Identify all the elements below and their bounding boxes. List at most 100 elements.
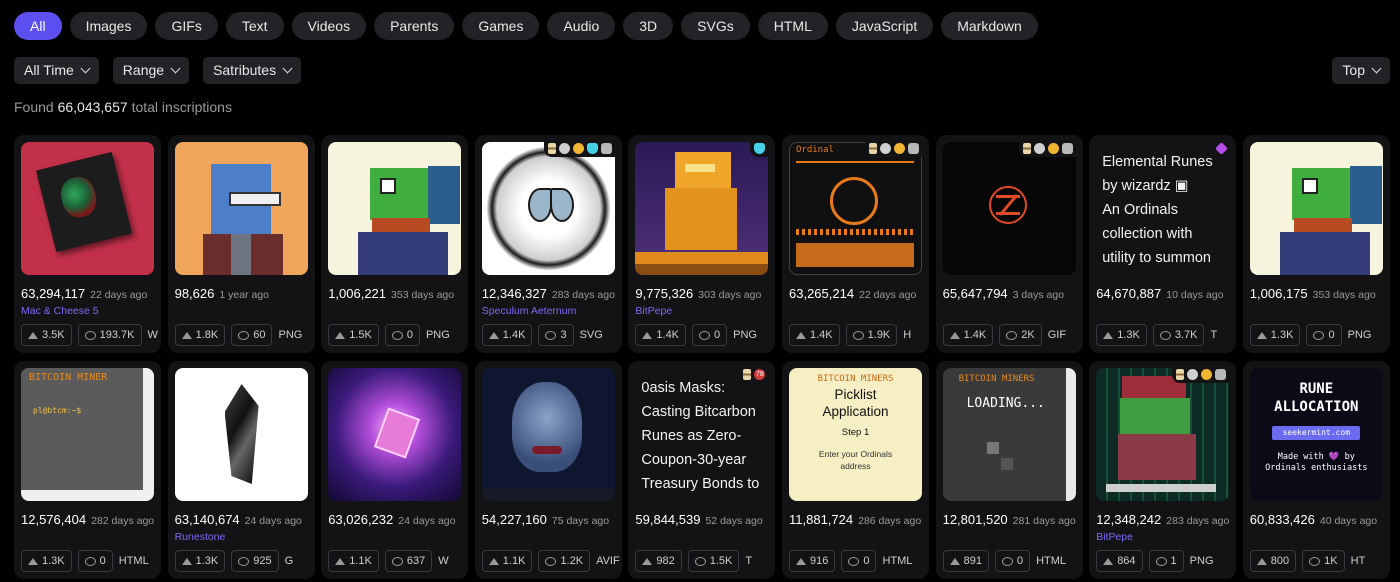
collection-link[interactable]: BitPepe (1096, 531, 1133, 543)
inscription-card[interactable]: 63,026,232 24 days ago 1.1K 637 W (321, 361, 469, 579)
inscription-card[interactable]: 98,626 1 year ago 1.8K 60 PNG (167, 135, 315, 353)
comment-button[interactable]: 0 (384, 324, 420, 346)
like-button[interactable]: 1.5K (328, 324, 379, 346)
like-button[interactable]: 1.3K (174, 550, 226, 572)
like-button[interactable]: 1.1K (481, 550, 533, 572)
inscription-preview[interactable]: BITCOIN MINERS Picklist Application Step… (789, 368, 922, 501)
comment-button[interactable]: 637 (384, 550, 433, 572)
inscription-number[interactable]: 9,775,326 (635, 286, 693, 301)
inscription-number[interactable]: 63,265,214 (789, 286, 854, 301)
like-button[interactable]: 1.4K (942, 324, 994, 346)
collection-link[interactable]: BitPepe (635, 305, 672, 317)
inscription-card[interactable]: 12,346,327 283 days ago Speculum Aeternum 1… (474, 135, 622, 353)
like-button[interactable]: 800 (1249, 550, 1297, 572)
inscription-preview[interactable]: RUNE ALLOCATION seekermint.com Made with… (1249, 368, 1383, 501)
collection-link[interactable]: Mac & Cheese 5 (21, 305, 99, 317)
inscription-number[interactable]: 1,006,221 (328, 286, 386, 301)
inscription-number[interactable]: 65,647,794 (943, 286, 1008, 301)
like-button[interactable]: 1.4K (481, 324, 533, 346)
inscription-number[interactable]: 12,346,327 (482, 286, 547, 301)
tab-games[interactable]: Games (462, 12, 540, 40)
collection-link[interactable]: Runestone (175, 531, 226, 543)
like-button[interactable]: 1.3K (1249, 324, 1301, 346)
inscription-preview[interactable]: 0asis Masks: Casting Bitcarbon Runes as … (635, 368, 769, 501)
inscription-card[interactable]: 63,294,117 22 days ago Mac & Cheese 5 3.5K 1… (14, 135, 161, 353)
inscription-card[interactable]: 0asis Masks: Casting Bitcarbon Runes as … (628, 361, 776, 579)
collection-link[interactable]: Speculum Aeternum (482, 305, 577, 317)
inscription-preview[interactable] (1249, 142, 1383, 275)
inscription-preview[interactable] (328, 142, 462, 275)
inscription-card[interactable]: Ordinal 63,265,214 22 days ago 1.4K 1.9K H (782, 135, 929, 353)
inscription-preview[interactable] (174, 368, 308, 501)
like-button[interactable]: 1.3K (21, 550, 72, 572)
inscription-number[interactable]: 12,576,404 (21, 512, 86, 527)
comment-button[interactable]: 1.5K (687, 550, 740, 572)
inscription-preview[interactable] (1096, 368, 1230, 501)
inscription-number[interactable]: 98,626 (175, 286, 215, 301)
tab-markdown[interactable]: Markdown (941, 12, 1038, 40)
inscription-preview[interactable]: Elemental Runes by wizardz ▣ An Ordinals… (1096, 142, 1230, 275)
tab-html[interactable]: HTML (757, 12, 828, 40)
inscription-card[interactable]: 63,140,674 24 days ago Runestone 1.3K 925 G (167, 361, 315, 579)
like-button[interactable]: 1.8K (174, 324, 226, 346)
inscription-card[interactable]: Elemental Runes by wizardz ▣ An Ordinals… (1089, 135, 1237, 353)
inscription-card[interactable]: BITCOIN MINERS Picklist Application Step… (782, 361, 929, 579)
sort-dropdown[interactable]: Top (1332, 57, 1390, 84)
inscription-number[interactable]: 12,801,520 (943, 512, 1008, 527)
inscription-number[interactable]: 11,881,724 (789, 512, 853, 527)
like-button[interactable]: 891 (942, 550, 989, 572)
like-button[interactable]: 1.4K (635, 324, 687, 346)
tab-parents[interactable]: Parents (374, 12, 455, 40)
inscription-preview[interactable] (21, 142, 154, 275)
comment-button[interactable]: 3 (538, 324, 574, 346)
inscription-card[interactable]: 54,227,160 75 days ago 1.1K 1.2K AVIF (474, 361, 622, 579)
tab-svgs[interactable]: SVGs (681, 12, 750, 40)
like-button[interactable]: 1.3K (1096, 324, 1147, 346)
tab-3d[interactable]: 3D (623, 12, 674, 40)
comment-button[interactable]: 3.7K (1152, 324, 1205, 346)
inscription-card[interactable]: 1,006,175 353 days ago 1.3K 0 PNG (1242, 135, 1390, 353)
comment-button[interactable]: 1 (1148, 550, 1184, 572)
tab-audio[interactable]: Audio (547, 12, 616, 40)
comment-button[interactable]: 0 (841, 550, 877, 572)
inscription-number[interactable]: 12,348,242 (1096, 512, 1161, 527)
comment-button[interactable]: 0 (994, 550, 1031, 572)
tab-javascript[interactable]: JavaScript (835, 12, 934, 40)
tab-text[interactable]: Text (225, 12, 284, 40)
comment-button[interactable]: 0 (692, 324, 728, 346)
like-button[interactable]: 916 (789, 550, 836, 572)
tab-videos[interactable]: Videos (291, 12, 367, 40)
comment-button[interactable]: 60 (231, 324, 273, 346)
inscription-card[interactable]: RUNE ALLOCATION seekermint.com Made with… (1242, 361, 1390, 579)
inscription-preview[interactable] (481, 142, 615, 275)
inscription-preview[interactable] (635, 142, 769, 275)
inscription-preview[interactable] (942, 142, 1076, 275)
like-button[interactable]: 1.1K (328, 550, 379, 572)
inscription-preview[interactable]: BITCOIN MINER pl@btcm:~$ (21, 368, 154, 501)
inscription-preview[interactable] (328, 368, 462, 501)
inscription-preview[interactable] (481, 368, 615, 501)
like-button[interactable]: 982 (635, 550, 682, 572)
tab-all[interactable]: All (14, 12, 62, 40)
inscription-card[interactable]: 65,647,794 3 days ago 1.4K 2K GIF (935, 135, 1083, 353)
inscription-number[interactable]: 63,140,674 (175, 512, 240, 527)
range-filter-dropdown[interactable]: Range (112, 57, 190, 84)
like-button[interactable]: 1.4K (789, 324, 840, 346)
inscription-card[interactable]: 12,348,242 283 days ago BitPepe 864 1 PNG (1089, 361, 1237, 579)
comment-button[interactable]: 193.7K (77, 324, 142, 346)
comment-button[interactable]: 1.2K (538, 550, 591, 572)
inscription-preview[interactable] (174, 142, 308, 275)
inscription-card[interactable]: 9,775,326 303 days ago BitPepe 1.4K 0 PNG (628, 135, 776, 353)
like-button[interactable]: 3.5K (21, 324, 72, 346)
tab-images[interactable]: Images (69, 12, 148, 40)
comment-button[interactable]: 1K (1302, 550, 1345, 572)
inscription-number[interactable]: 63,294,117 (21, 286, 85, 301)
inscription-preview[interactable]: Ordinal (789, 142, 922, 275)
like-button[interactable]: 864 (1096, 550, 1143, 572)
inscription-card[interactable]: 1,006,221 353 days ago 1.5K 0 PNG (321, 135, 469, 353)
time-filter-dropdown[interactable]: All Time (14, 57, 99, 84)
inscription-preview[interactable]: BITCOIN MINERS LOADING... (942, 368, 1076, 501)
inscription-number[interactable]: 54,227,160 (482, 512, 547, 527)
inscription-card[interactable]: BITCOIN MINERS LOADING... 12,801,520 281 … (935, 361, 1083, 579)
inscription-number[interactable]: 63,026,232 (328, 512, 393, 527)
